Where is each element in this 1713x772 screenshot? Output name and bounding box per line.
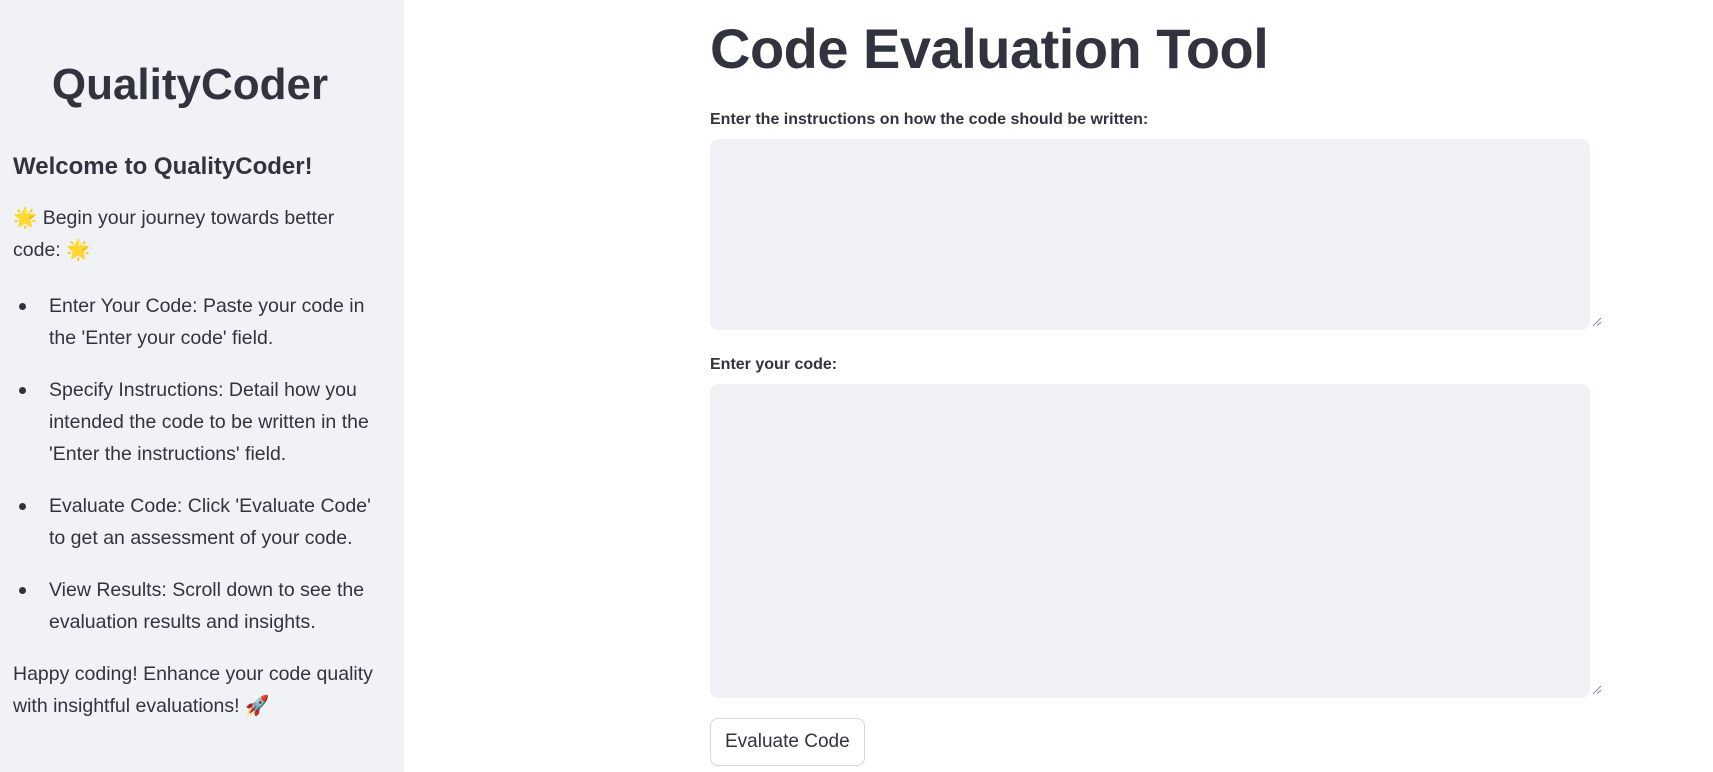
sun-emoji-icon: 🌟 (13, 206, 38, 229)
list-item: Evaluate Code: Click 'Evaluate Code' to … (13, 490, 373, 554)
sidebar: QualityCoder Welcome to QualityCoder! 🌟 … (0, 0, 404, 772)
app-root: QualityCoder Welcome to QualityCoder! 🌟 … (0, 0, 1713, 772)
instructions-textarea[interactable] (710, 139, 1590, 330)
outro-text-content: Happy coding! Enhance your code quality … (13, 663, 373, 717)
welcome-heading: Welcome to QualityCoder! (13, 153, 313, 180)
intro-text: 🌟 Begin your journey towards better code… (13, 202, 358, 266)
sun-emoji-icon: 🌟 (66, 238, 91, 261)
resize-grip-icon[interactable] (1592, 317, 1602, 327)
rocket-emoji-icon: 🚀 (244, 694, 270, 717)
steps-list: Enter Your Code: Paste your code in the … (13, 290, 373, 658)
evaluate-code-button[interactable]: Evaluate Code (710, 718, 865, 766)
instructions-label: Enter the instructions on how the code s… (710, 111, 1149, 128)
code-label: Enter your code: (710, 356, 838, 373)
code-textarea[interactable] (710, 384, 1590, 698)
list-item: View Results: Scroll down to see the eva… (13, 574, 373, 638)
intro-text-content: Begin your journey towards better code: (13, 207, 335, 261)
resize-grip-icon[interactable] (1592, 685, 1602, 695)
list-item: Specify Instructions: Detail how you int… (13, 374, 373, 470)
outro-text: Happy coding! Enhance your code quality … (13, 658, 373, 722)
sidebar-title: QualityCoder (51, 60, 329, 109)
page-title: Code Evaluation Tool (710, 17, 1269, 80)
list-item: Enter Your Code: Paste your code in the … (13, 290, 373, 354)
